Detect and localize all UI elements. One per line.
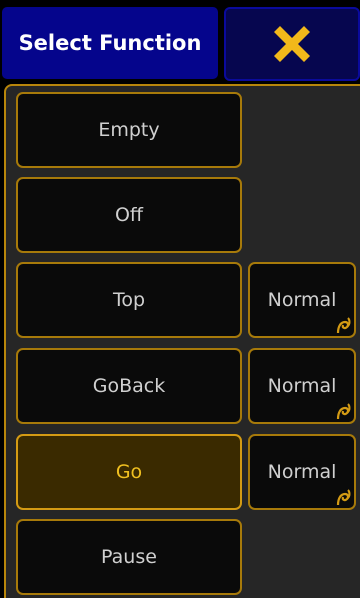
mode-label: Normal [267,461,337,483]
close-x-icon [274,26,310,62]
dialog-title: Select Function [2,7,218,79]
function-button-off[interactable]: Off [16,177,242,253]
mode-button-top[interactable]: Normal [248,262,356,338]
curl-edit-icon [336,403,351,420]
function-list-panel: Empty Off Top Normal GoBack Normal Go No… [4,84,360,598]
mode-label: Normal [267,289,337,311]
mode-button-goback[interactable]: Normal [248,348,356,424]
dialog-header: Select Function [0,0,360,81]
function-button-pause[interactable]: Pause [16,519,242,595]
curl-edit-icon [336,317,351,334]
mode-label: Normal [267,375,337,397]
function-button-empty[interactable]: Empty [16,92,242,168]
function-button-go[interactable]: Go [16,434,242,510]
function-button-top[interactable]: Top [16,262,242,338]
select-function-dialog: Select Function Empty Off Top Normal GoB… [0,0,360,598]
curl-edit-icon [336,489,351,506]
mode-button-go[interactable]: Normal [248,434,356,510]
function-button-goback[interactable]: GoBack [16,348,242,424]
close-button[interactable] [224,7,360,81]
